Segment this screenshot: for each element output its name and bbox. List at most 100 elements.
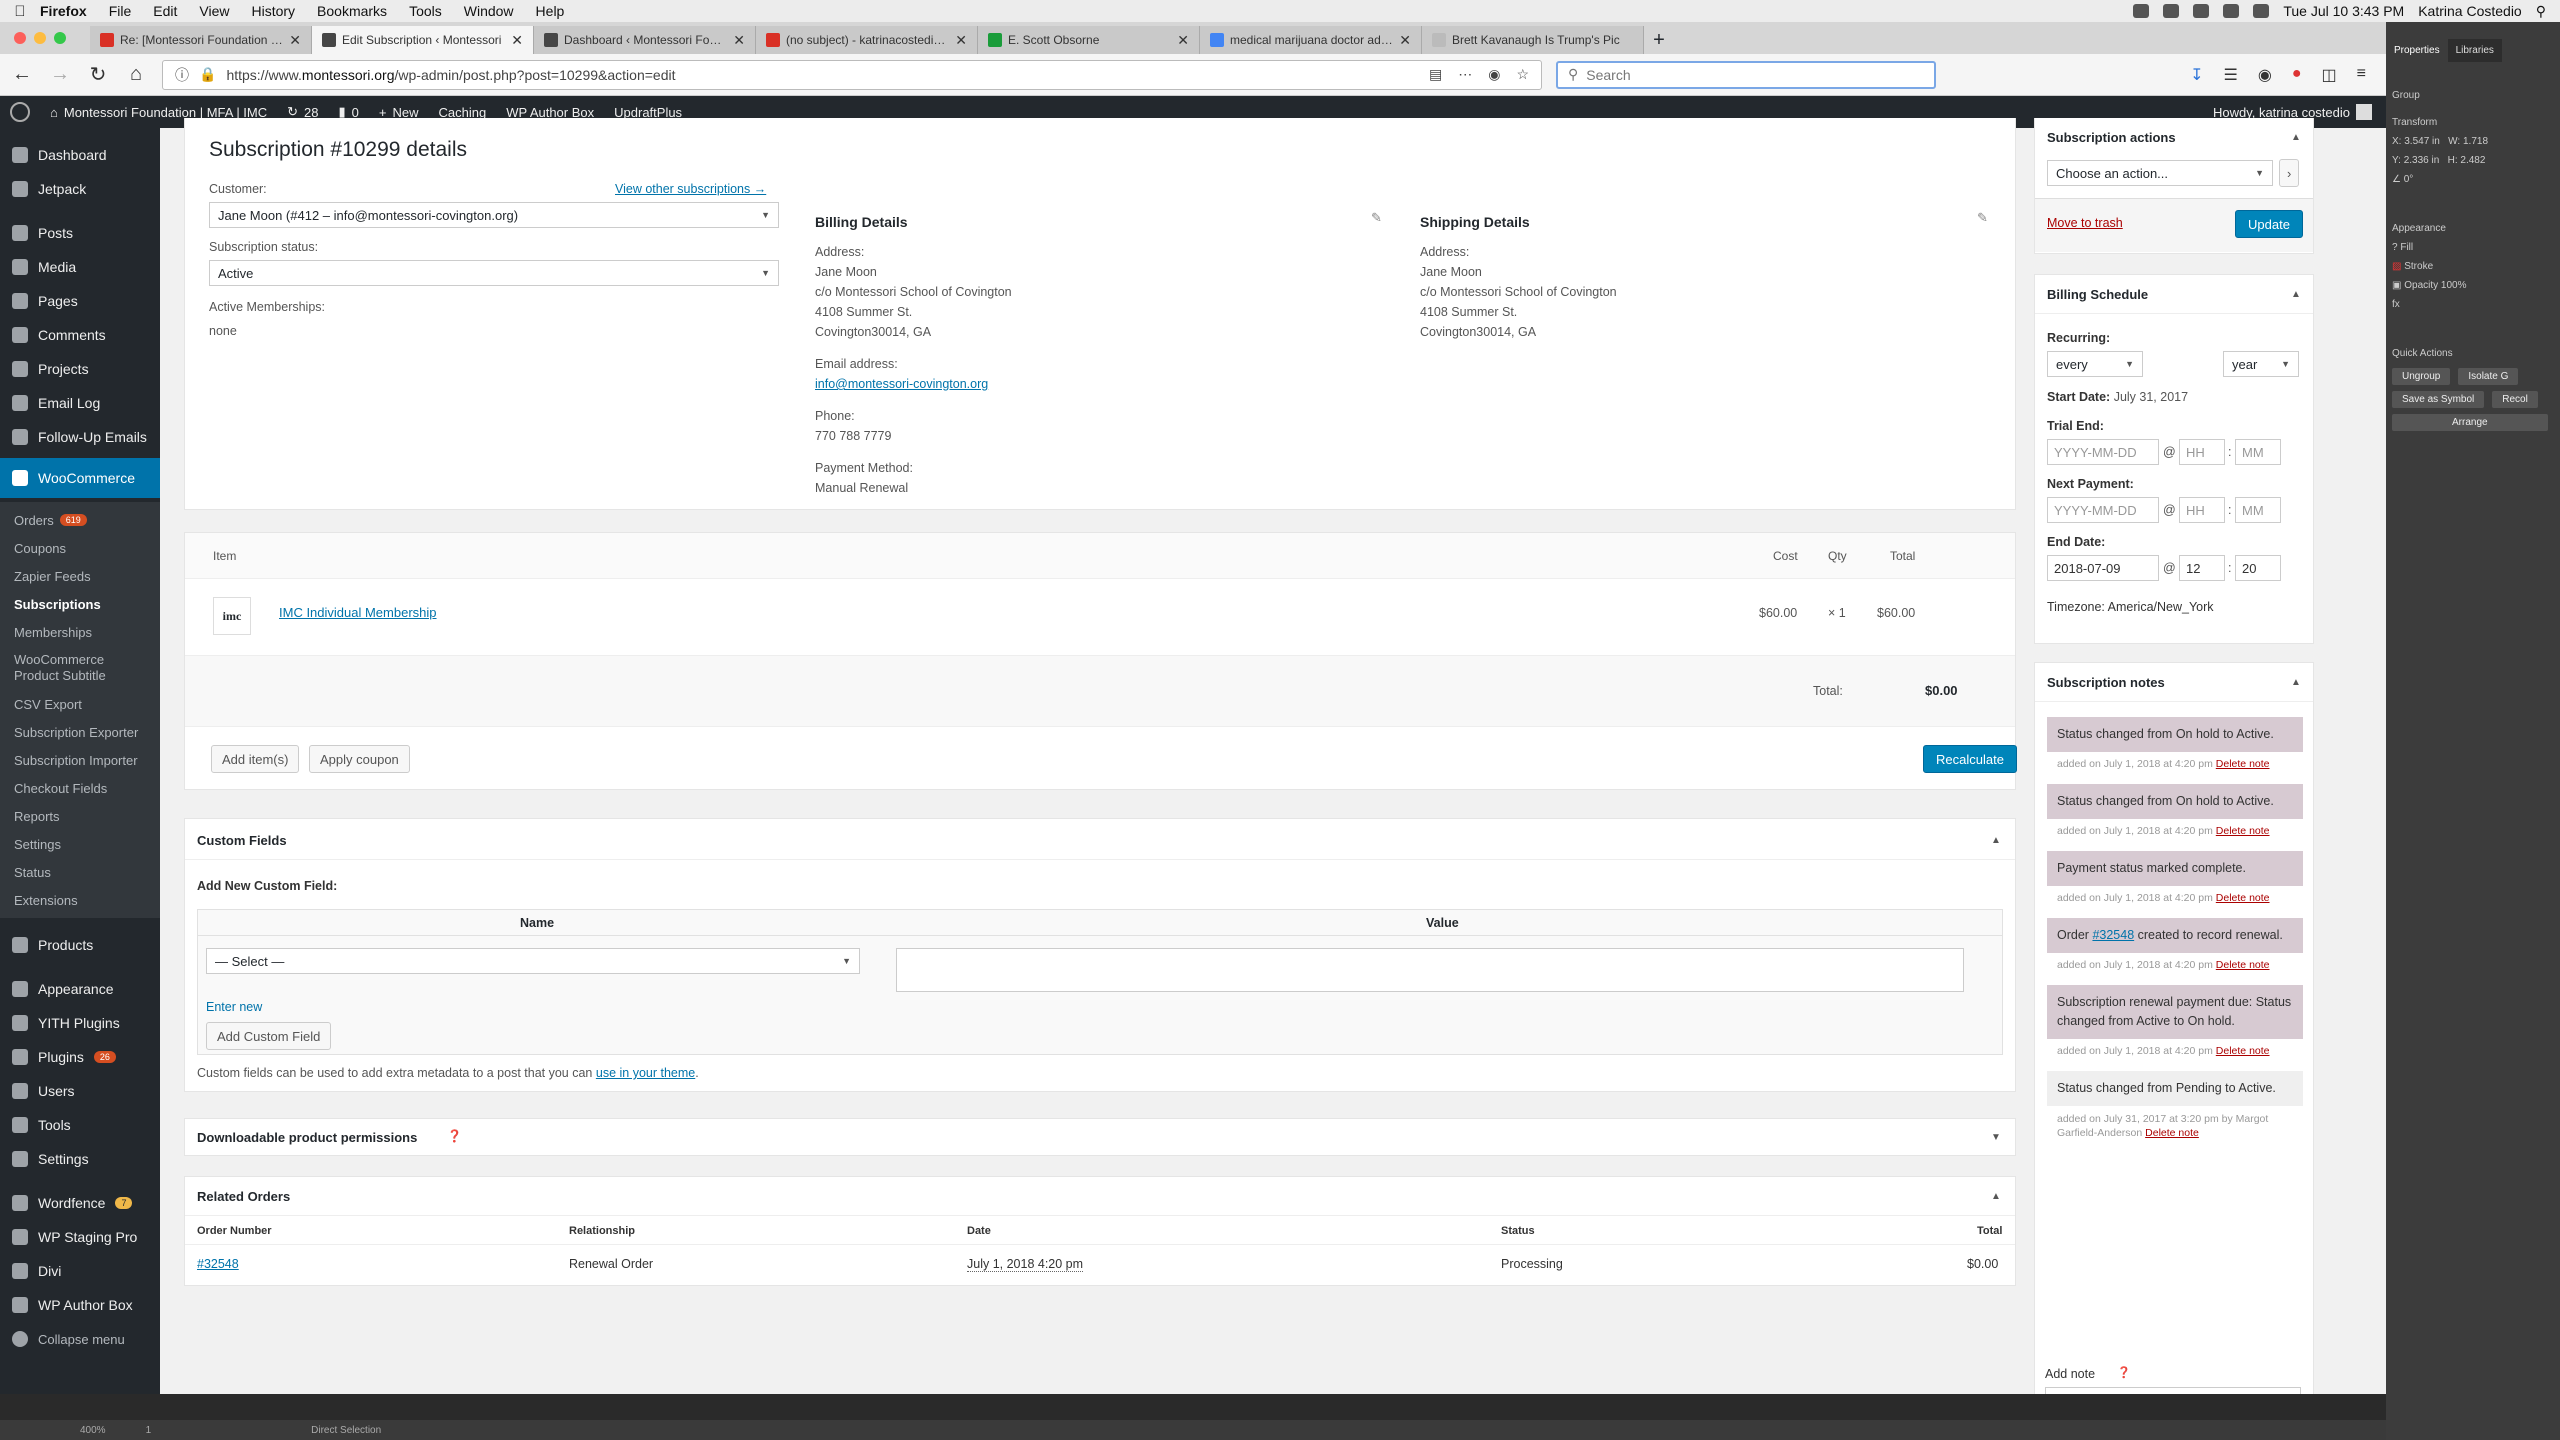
enter-new-link[interactable]: Enter new bbox=[206, 1000, 262, 1014]
recalculate-button[interactable]: Recalculate bbox=[1923, 745, 2017, 773]
billing-email-link[interactable]: info@montessori-covington.org bbox=[815, 377, 988, 391]
billing-interval-select[interactable]: every ▼ bbox=[2047, 351, 2143, 377]
collapse-menu-button[interactable]: Collapse menu bbox=[0, 1322, 160, 1356]
apply-coupon-button[interactable]: Apply coupon bbox=[309, 745, 410, 773]
delete-note-link[interactable]: Delete note bbox=[2216, 1045, 2270, 1057]
dropbox-icon[interactable] bbox=[2163, 4, 2180, 18]
browser-tab[interactable]: Brett Kavanaugh Is Trump's Pic bbox=[1422, 26, 1644, 54]
collapse-arrow-icon[interactable]: ▲ bbox=[2291, 132, 2301, 143]
status-tray-icon[interactable] bbox=[2133, 4, 2150, 18]
sidebar-sub-product-subtitle[interactable]: WooCommerce Product Subtitle bbox=[0, 646, 130, 690]
fx-icon[interactable]: fx bbox=[2386, 295, 2560, 314]
end-minute-input[interactable]: 20 bbox=[2235, 555, 2281, 581]
sidebar-sub-subscription-importer[interactable]: Subscription Importer bbox=[0, 746, 160, 774]
notification-icon[interactable]: ● bbox=[2292, 65, 2302, 85]
collapse-arrow-icon[interactable]: ▲ bbox=[1991, 835, 2001, 846]
add-custom-field-button[interactable]: Add Custom Field bbox=[206, 1022, 332, 1050]
browser-tab-active[interactable]: Edit Subscription ‹ Montessori ✕ bbox=[312, 26, 534, 54]
sidebar-item-wordfence[interactable]: Wordfence 7 bbox=[0, 1186, 160, 1220]
sidebar-item-wp-author-box[interactable]: WP Author Box bbox=[0, 1288, 160, 1322]
sidebar-item-appearance[interactable]: Appearance bbox=[0, 972, 160, 1006]
sidebar-item-plugins[interactable]: Plugins 26 bbox=[0, 1040, 160, 1074]
item-name-link[interactable]: IMC Individual Membership bbox=[279, 605, 437, 620]
extension-icon[interactable]: ◉ bbox=[2258, 65, 2272, 85]
page-actions-icon[interactable]: ⋯ bbox=[1458, 66, 1472, 83]
sidebar-item-products[interactable]: Products bbox=[0, 928, 160, 962]
sidebar-item-woocommerce[interactable]: WooCommerce bbox=[0, 458, 160, 498]
end-date-input[interactable]: 2018-07-09 bbox=[2047, 555, 2159, 581]
browser-tab[interactable]: Re: [Montessori Foundation | M ✕ bbox=[90, 26, 312, 54]
collapse-arrow-icon[interactable]: ▲ bbox=[2291, 677, 2301, 688]
sidebar-item-divi[interactable]: Divi bbox=[0, 1254, 160, 1288]
menu-file[interactable]: File bbox=[109, 3, 132, 19]
library-icon[interactable]: ☰ bbox=[2224, 65, 2238, 85]
browser-tab[interactable]: medical marijuana doctor ad - G ✕ bbox=[1200, 26, 1422, 54]
update-button[interactable]: Update bbox=[2235, 210, 2303, 238]
menu-history[interactable]: History bbox=[251, 3, 295, 19]
close-tab-icon[interactable]: ✕ bbox=[1399, 32, 1411, 49]
menu-edit[interactable]: Edit bbox=[153, 3, 177, 19]
close-tab-icon[interactable]: ✕ bbox=[1177, 32, 1189, 49]
spotlight-icon[interactable]: ⚲ bbox=[2536, 3, 2546, 20]
delete-note-link[interactable]: Delete note bbox=[2216, 959, 2270, 971]
custom-field-value-textarea[interactable] bbox=[896, 948, 1964, 992]
browser-tab[interactable]: E. Scott Obsorne ✕ bbox=[978, 26, 1200, 54]
sidebar-item-dashboard[interactable]: Dashboard bbox=[0, 138, 160, 172]
subscription-action-select[interactable]: Choose an action... ▼ bbox=[2047, 160, 2273, 186]
sidebar-sub-subscription-exporter[interactable]: Subscription Exporter bbox=[0, 718, 160, 746]
minimize-window-button[interactable] bbox=[34, 32, 46, 44]
search-input[interactable]: ⚲ Search bbox=[1556, 60, 1936, 89]
opacity-row[interactable]: ▣ Opacity 100% bbox=[2386, 276, 2560, 295]
arrange-button[interactable]: Arrange bbox=[2392, 414, 2548, 431]
sidebar-sub-checkout-fields[interactable]: Checkout Fields bbox=[0, 774, 160, 802]
sidebar-sub-extensions[interactable]: Extensions bbox=[0, 886, 160, 914]
sidebar-item-settings[interactable]: Settings bbox=[0, 1142, 160, 1176]
menu-view[interactable]: View bbox=[199, 3, 229, 19]
move-to-trash-link[interactable]: Move to trash bbox=[2047, 216, 2123, 230]
menubar-clock[interactable]: Tue Jul 10 3:43 PM bbox=[2283, 3, 2404, 19]
help-icon[interactable]: ❓ bbox=[447, 1129, 462, 1143]
sidebar-item-email-log[interactable]: Email Log bbox=[0, 386, 160, 420]
collapse-arrow-icon[interactable]: ▲ bbox=[2291, 289, 2301, 300]
sidebar-item-projects[interactable]: Projects bbox=[0, 352, 160, 386]
menu-window[interactable]: Window bbox=[464, 3, 514, 19]
zoom-level[interactable]: 400% bbox=[80, 1425, 106, 1436]
next-payment-hour-input[interactable]: HH bbox=[2179, 497, 2225, 523]
close-tab-icon[interactable]: ✕ bbox=[511, 32, 523, 49]
sidebar-sub-zapier-feeds[interactable]: Zapier Feeds bbox=[0, 562, 160, 590]
apply-action-button[interactable]: › bbox=[2279, 159, 2300, 187]
close-tab-icon[interactable]: ✕ bbox=[289, 32, 301, 49]
sidebar-sub-subscriptions[interactable]: Subscriptions bbox=[0, 590, 160, 618]
custom-field-name-select[interactable]: — Select — ▼ bbox=[206, 948, 860, 974]
sidebar-item-wp-staging-pro[interactable]: WP Staging Pro bbox=[0, 1220, 160, 1254]
close-tab-icon[interactable]: ✕ bbox=[733, 32, 745, 49]
expand-arrow-icon[interactable]: ▼ bbox=[1991, 1132, 2001, 1143]
browser-tab[interactable]: Dashboard ‹ Montessori Found ✕ bbox=[534, 26, 756, 54]
wifi-icon[interactable] bbox=[2193, 4, 2210, 18]
fill-row[interactable]: ? Fill bbox=[2386, 238, 2560, 257]
battery-icon[interactable] bbox=[2253, 4, 2270, 18]
sidebar-sub-settings[interactable]: Settings bbox=[0, 830, 160, 858]
stroke-row[interactable]: ▨ Stroke bbox=[2386, 257, 2560, 276]
view-other-subscriptions-link[interactable]: View other subscriptions → bbox=[615, 182, 766, 196]
next-payment-date-input[interactable]: YYYY-MM-DD bbox=[2047, 497, 2159, 523]
end-hour-input[interactable]: 12 bbox=[2179, 555, 2225, 581]
new-tab-button[interactable]: + bbox=[1644, 26, 1674, 54]
edit-shipping-pencil-icon[interactable]: ✎ bbox=[1977, 210, 1988, 226]
forward-icon[interactable]: → bbox=[48, 63, 72, 86]
sidebar-item-users[interactable]: Users bbox=[0, 1074, 160, 1108]
subscription-status-select[interactable]: Active ▼ bbox=[209, 260, 779, 286]
menu-bookmarks[interactable]: Bookmarks bbox=[317, 3, 387, 19]
use-in-theme-link[interactable]: use in your theme bbox=[596, 1066, 695, 1080]
menu-app-firefox[interactable]: Firefox bbox=[40, 3, 87, 19]
volume-icon[interactable] bbox=[2223, 4, 2240, 18]
sidebar-item-tools[interactable]: Tools bbox=[0, 1108, 160, 1142]
add-items-button[interactable]: Add item(s) bbox=[211, 745, 300, 773]
sidebar-sub-coupons[interactable]: Coupons bbox=[0, 534, 160, 562]
sidebar-item-follow-up-emails[interactable]: Follow-Up Emails bbox=[0, 420, 160, 454]
reader-view-icon[interactable]: ▤ bbox=[1429, 66, 1442, 83]
url-bar[interactable]: ⓘ 🔒 https://www.montessori.org/wp-admin/… bbox=[162, 59, 1542, 90]
sidebar-sub-status[interactable]: Status bbox=[0, 858, 160, 886]
delete-note-link[interactable]: Delete note bbox=[2216, 825, 2270, 837]
wordpress-logo-icon[interactable] bbox=[10, 102, 30, 122]
